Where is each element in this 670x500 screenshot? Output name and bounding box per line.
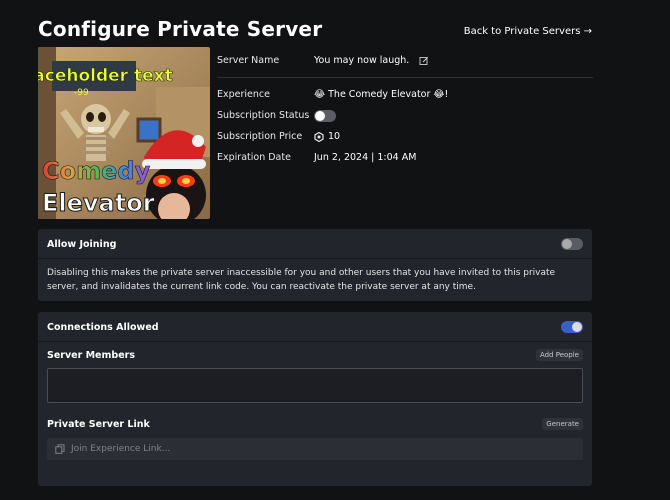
add-people-button[interactable]: Add People bbox=[535, 349, 583, 361]
experience-link[interactable]: 😂 The Comedy Elevator 😂! bbox=[314, 89, 448, 100]
panel-divider bbox=[38, 341, 592, 342]
server-name-row: Server Name You may now laugh. bbox=[217, 50, 593, 71]
thumbnail-caption-line1: Comedy bbox=[42, 157, 151, 185]
experience-thumbnail: placeholder text -99 Comedy Elevator bbox=[38, 47, 210, 219]
panel-divider bbox=[38, 258, 592, 259]
server-members-label: Server Members bbox=[47, 349, 135, 361]
generate-link-button[interactable]: Generate bbox=[542, 418, 583, 430]
svg-text:-99: -99 bbox=[74, 88, 89, 98]
subscription-price-value: 10 bbox=[328, 131, 341, 142]
server-members-list[interactable] bbox=[47, 368, 583, 403]
server-name-value: You may now laugh. bbox=[314, 55, 410, 66]
expiration-value: Jun 2, 2024 | 1:04 AM bbox=[314, 152, 417, 163]
robux-icon bbox=[314, 131, 324, 142]
allow-joining-description: Disabling this makes the private server … bbox=[47, 268, 556, 292]
details-divider bbox=[217, 77, 593, 78]
connections-allowed-toggle[interactable] bbox=[561, 321, 583, 333]
copy-icon[interactable] bbox=[55, 444, 65, 454]
private-server-link-label: Private Server Link bbox=[47, 418, 150, 430]
server-details: Server Name You may now laugh. Experienc… bbox=[217, 50, 593, 168]
join-link-field[interactable]: Join Experience Link... bbox=[47, 438, 583, 460]
allow-joining-panel: Allow Joining Disabling this makes the p… bbox=[38, 229, 592, 301]
back-to-private-servers-link[interactable]: Back to Private Servers → bbox=[464, 26, 592, 37]
subscription-status-row: Subscription Status bbox=[217, 105, 593, 126]
experience-thumbnail-art: placeholder text -99 Comedy Elevator bbox=[38, 47, 210, 219]
allow-joining-label: Allow Joining bbox=[47, 238, 117, 250]
expiration-label: Expiration Date bbox=[217, 152, 291, 163]
edit-icon[interactable] bbox=[419, 56, 429, 66]
allow-joining-toggle[interactable] bbox=[561, 238, 583, 250]
expiration-row: Expiration Date Jun 2, 2024 | 1:04 AM bbox=[217, 147, 593, 168]
server-name-label: Server Name bbox=[217, 55, 280, 66]
subscription-price-row: Subscription Price 10 bbox=[217, 126, 593, 147]
join-link-placeholder: Join Experience Link... bbox=[71, 444, 171, 454]
connections-allowed-label: Connections Allowed bbox=[47, 321, 159, 333]
experience-row: Experience 😂 The Comedy Elevator 😂! bbox=[217, 84, 593, 105]
experience-label: Experience bbox=[217, 89, 270, 100]
subscription-status-toggle[interactable] bbox=[314, 109, 336, 122]
thumbnail-caption-top: placeholder text bbox=[38, 66, 173, 86]
subscription-status-label: Subscription Status bbox=[217, 110, 310, 121]
page-title: Configure Private Server bbox=[38, 17, 323, 41]
thumbnail-caption-line2: Elevator bbox=[42, 189, 155, 217]
subscription-price-label: Subscription Price bbox=[217, 131, 303, 142]
connections-panel: Connections Allowed Server Members Add P… bbox=[38, 312, 592, 486]
